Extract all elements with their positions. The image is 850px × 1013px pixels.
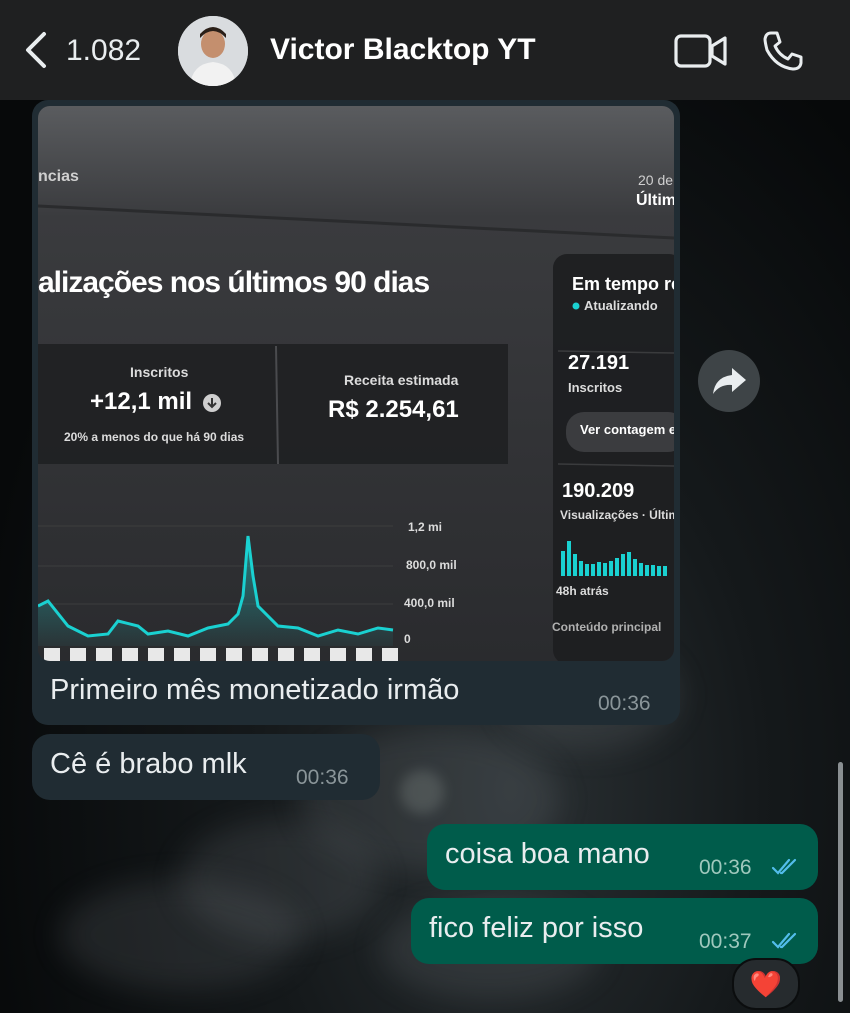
analytics-photo[interactable]: ncias 20 de Últim alizações nos últimos … bbox=[38, 106, 674, 661]
chevron-left-icon bbox=[26, 32, 46, 68]
image-message-bubble[interactable]: ncias 20 de Últim alizações nos últimos … bbox=[32, 100, 680, 725]
unread-count[interactable]: 1.082 bbox=[66, 34, 141, 68]
photo-text: Em tempo re bbox=[572, 274, 674, 294]
contact-name[interactable]: Victor Blacktop YT bbox=[270, 33, 536, 67]
photo-text: R$ 2.254,61 bbox=[328, 396, 459, 423]
contact-photo bbox=[178, 16, 248, 86]
voice-call-button[interactable] bbox=[762, 30, 804, 72]
heart-icon: ❤️ bbox=[749, 968, 783, 999]
photo-text: alizações nos últimos 90 dias bbox=[38, 266, 430, 299]
forward-arrow-icon bbox=[713, 368, 746, 394]
avatar[interactable] bbox=[178, 16, 248, 86]
photo-text: 27.191 bbox=[568, 352, 630, 374]
photo-text: 48h atrás bbox=[556, 584, 609, 598]
message-text: Cê é brabo mlk bbox=[50, 748, 247, 780]
photo-text: 20 de bbox=[638, 172, 674, 188]
photo-text: Inscritos bbox=[568, 380, 623, 395]
message-text: coisa boa mano bbox=[445, 838, 650, 870]
forward-button[interactable] bbox=[698, 350, 760, 412]
photo-text: 20% a menos do que há 90 dias bbox=[64, 430, 245, 444]
photo-text: 190.209 bbox=[562, 480, 635, 502]
axis-tick: 800,0 mil bbox=[406, 558, 457, 572]
video-camera-icon bbox=[674, 34, 727, 68]
axis-tick: 1,2 mi bbox=[408, 520, 443, 534]
axis-tick: 0 bbox=[404, 632, 411, 646]
axis-tick: 400,0 mil bbox=[404, 596, 455, 610]
photo-text: Últim bbox=[636, 192, 674, 209]
incoming-message-bubble[interactable]: Cê é brabo mlk 00:36 bbox=[32, 734, 380, 800]
message-time: 00:36 bbox=[699, 856, 752, 879]
message-time: 00:37 bbox=[699, 930, 752, 953]
scrollbar[interactable] bbox=[838, 762, 843, 1002]
photo-text: Conteúdo principal bbox=[552, 620, 662, 634]
photo-text: ncias bbox=[38, 168, 79, 185]
outgoing-message-bubble[interactable]: fico feliz por isso 00:37 bbox=[411, 898, 818, 964]
outgoing-message-bubble[interactable]: coisa boa mano 00:36 bbox=[427, 824, 818, 890]
message-text: fico feliz por isso bbox=[429, 912, 644, 944]
photo-text: Receita estimada bbox=[344, 372, 459, 388]
message-time: 00:36 bbox=[598, 692, 651, 715]
photo-text: Inscritos bbox=[130, 364, 189, 380]
message-time: 00:36 bbox=[296, 766, 349, 789]
photo-text: Visualizações · Últim bbox=[560, 508, 674, 522]
chat-header: 1.082 Victor Blacktop YT bbox=[0, 0, 850, 100]
photo-text: +12,1 mil bbox=[90, 388, 193, 415]
video-call-button[interactable] bbox=[674, 32, 728, 70]
photo-text: Atualizando bbox=[584, 298, 658, 313]
double-check-icon bbox=[771, 932, 797, 949]
image-caption: Primeiro mês monetizado irmão bbox=[50, 674, 460, 706]
back-button[interactable] bbox=[22, 30, 52, 70]
photo-text: Ver contagem e bbox=[580, 422, 674, 437]
phone-icon bbox=[763, 31, 803, 71]
double-check-icon bbox=[771, 858, 797, 875]
heart-reaction[interactable]: ❤️ bbox=[732, 958, 800, 1010]
